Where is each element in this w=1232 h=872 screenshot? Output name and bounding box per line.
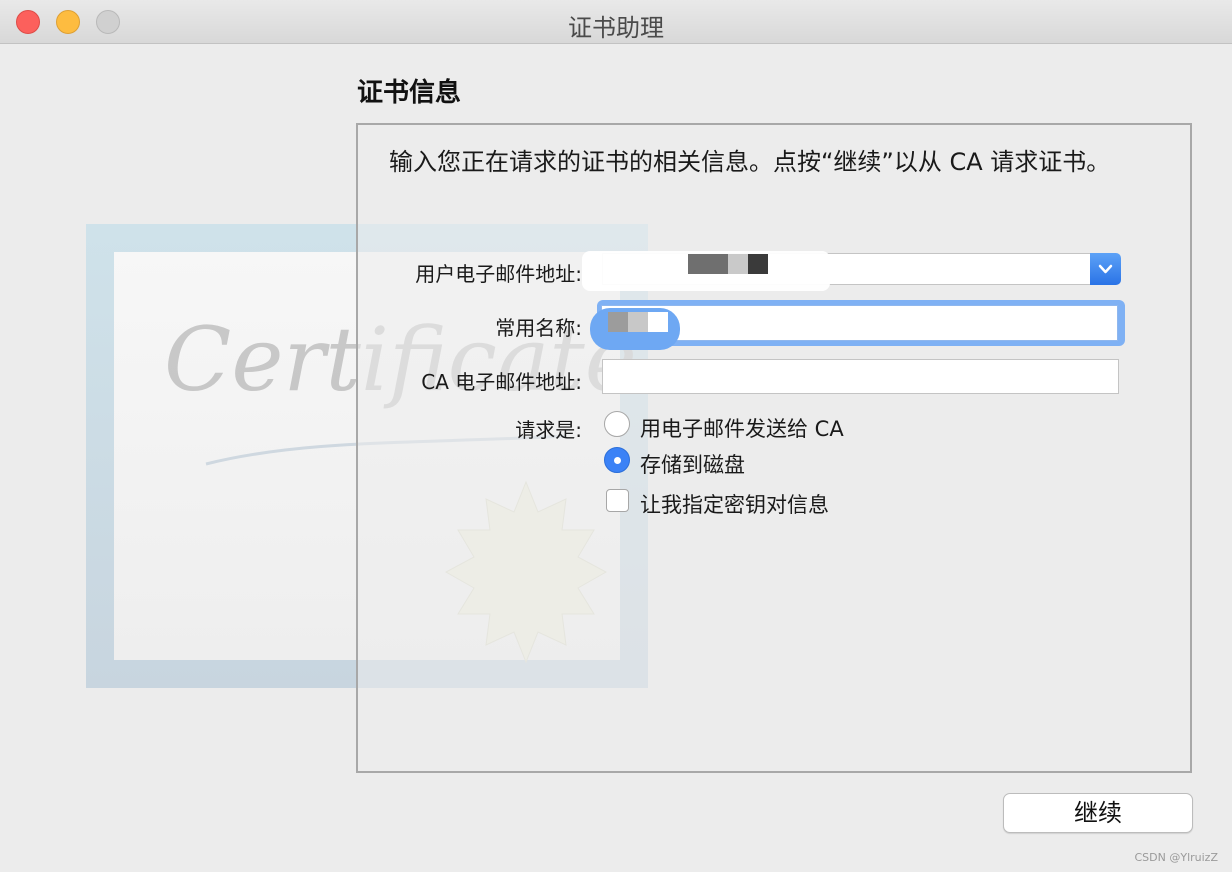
redaction-mark — [648, 312, 668, 332]
window-title: 证书助理 — [568, 14, 664, 42]
title-bar: 证书助理 — [0, 0, 1232, 44]
section-heading: 证书信息 — [357, 78, 462, 108]
ca-email-input[interactable] — [603, 360, 1118, 393]
email-dropdown-button[interactable] — [1090, 253, 1121, 285]
watermark-text: CSDN @YlruizZ — [1134, 851, 1219, 864]
redaction-mark — [728, 254, 748, 274]
save-to-disk-label: 存储到磁盘 — [640, 453, 745, 477]
email-to-ca-radio[interactable] — [604, 411, 630, 437]
request-label: 请求是: — [515, 418, 582, 442]
continue-button[interactable]: 继续 — [1003, 793, 1193, 833]
chevron-down-icon — [1098, 264, 1113, 274]
redaction-mark — [748, 254, 768, 274]
save-to-disk-radio[interactable] — [604, 447, 630, 473]
redaction-mark — [608, 312, 628, 332]
key-pair-label: 让我指定密钥对信息 — [640, 493, 829, 517]
intro-text: 输入您正在请求的证书的相关信息。点按“继续”以从 CA 请求证书。 — [389, 148, 1111, 176]
common-name-label: 常用名称: — [495, 316, 582, 340]
email-label: 用户电子邮件地址: — [415, 262, 582, 286]
key-pair-checkbox[interactable] — [606, 489, 629, 512]
redaction-mark — [688, 254, 728, 274]
ca-email-label: CA 电子邮件地址: — [421, 370, 582, 394]
redaction-mark — [628, 312, 648, 332]
form-panel — [356, 123, 1192, 773]
email-to-ca-label: 用电子邮件发送给 CA — [640, 417, 844, 441]
ca-email-field[interactable] — [602, 359, 1119, 394]
